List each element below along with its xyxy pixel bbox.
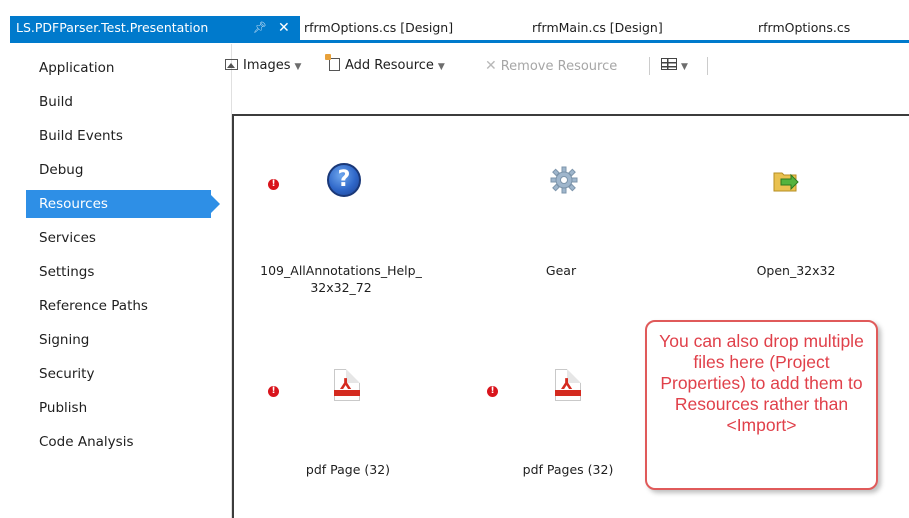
properties-sidebar: Application Build Build Events Debug Res… [10,44,232,518]
grid-view-icon [661,58,677,70]
toolbar-separator [649,57,650,75]
tab-rfrmoptions-code[interactable]: rfrmOptions.cs [758,16,850,40]
pdf-icon: ⅄ [555,369,581,401]
resource-name: pdf Page (32) [305,462,391,477]
chevron-down-icon: ▼ [681,62,688,72]
sidebar-item-security[interactable]: Security [26,360,211,388]
resources-toolbar: Images ▼ Add Resource ▼ ✕ Remove Resource ▼ [225,52,909,80]
sidebar-item-debug[interactable]: Debug [26,156,211,184]
sidebar-item-reference-paths[interactable]: Reference Paths [26,292,211,320]
tab-label: rfrmOptions.cs [758,20,851,35]
sidebar-item-build[interactable]: Build [26,88,211,116]
resource-name: 109_AllAnnotations_Help_ 32x32_72 [260,263,422,295]
tab-label: rfrmOptions.cs [Design] [304,20,454,35]
error-icon: ! [268,179,279,190]
folder-icon [773,172,799,192]
tab-underline [10,40,909,43]
remove-resource-button[interactable]: ✕ Remove Resource [485,52,617,80]
add-resource-label: Add Resource [345,58,434,73]
help-icon: ? [327,163,361,197]
add-file-icon [325,54,340,71]
tab-label: LS.PDFParser.Test.Presentation [16,20,209,35]
resource-item-gear[interactable]: Gear [444,116,644,316]
sidebar-item-application[interactable]: Application [26,54,211,82]
pin-icon[interactable]: 📌︎ [253,16,267,40]
resource-item-open[interactable]: Open_32x32 [674,116,874,316]
resource-item-help[interactable]: ! ? 109_AllAnnotations_Help_ 32x32_72 [234,116,434,316]
remove-icon: ✕ [485,58,497,74]
sidebar-item-signing[interactable]: Signing [26,326,211,354]
tab-project-properties[interactable]: LS.PDFParser.Test.Presentation 📌︎ ✕ [10,16,300,40]
close-icon[interactable]: ✕ [278,16,290,40]
resource-item-pdf-page[interactable]: ! ⅄ pdf Page (32) [234,326,434,506]
image-icon [225,59,238,70]
add-resource-button[interactable]: Add Resource ▼ [325,52,445,80]
view-dropdown[interactable]: ▼ [661,52,688,80]
chevron-down-icon: ▼ [294,62,302,72]
remove-resource-label: Remove Resource [500,59,618,74]
resource-name: Gear [545,263,577,278]
sidebar-item-settings[interactable]: Settings [26,258,211,286]
sidebar-item-resources[interactable]: Resources [26,190,220,218]
chevron-down-icon: ▼ [437,62,445,72]
annotation-callout: You can also drop multiple files here (P… [645,320,878,490]
gear-icon [550,166,578,194]
tab-rfrmmain-design[interactable]: rfrmMain.cs [Design] [532,16,663,40]
images-dropdown[interactable]: Images ▼ [225,52,301,80]
callout-text: You can also drop multiple files here (P… [659,331,864,435]
resource-name: Open_32x32 [756,263,836,278]
tab-rfrmoptions-design[interactable]: rfrmOptions.cs [Design] [304,16,453,40]
images-label: Images [243,58,291,73]
sidebar-item-code-analysis[interactable]: Code Analysis [26,428,211,456]
resource-item-pdf-pages[interactable]: ! ⅄ pdf Pages (32) [449,326,649,506]
error-icon: ! [268,386,279,397]
toolbar-separator [707,57,708,75]
pdf-icon: ⅄ [334,369,360,401]
sidebar-item-services[interactable]: Services [26,224,211,252]
sidebar-item-build-events[interactable]: Build Events [26,122,211,150]
document-tab-strip: LS.PDFParser.Test.Presentation 📌︎ ✕ rfrm… [0,0,909,44]
error-icon: ! [487,386,498,397]
tab-label: rfrmMain.cs [Design] [532,20,663,35]
sidebar-item-publish[interactable]: Publish [26,394,211,422]
resource-name: pdf Pages (32) [522,462,614,477]
